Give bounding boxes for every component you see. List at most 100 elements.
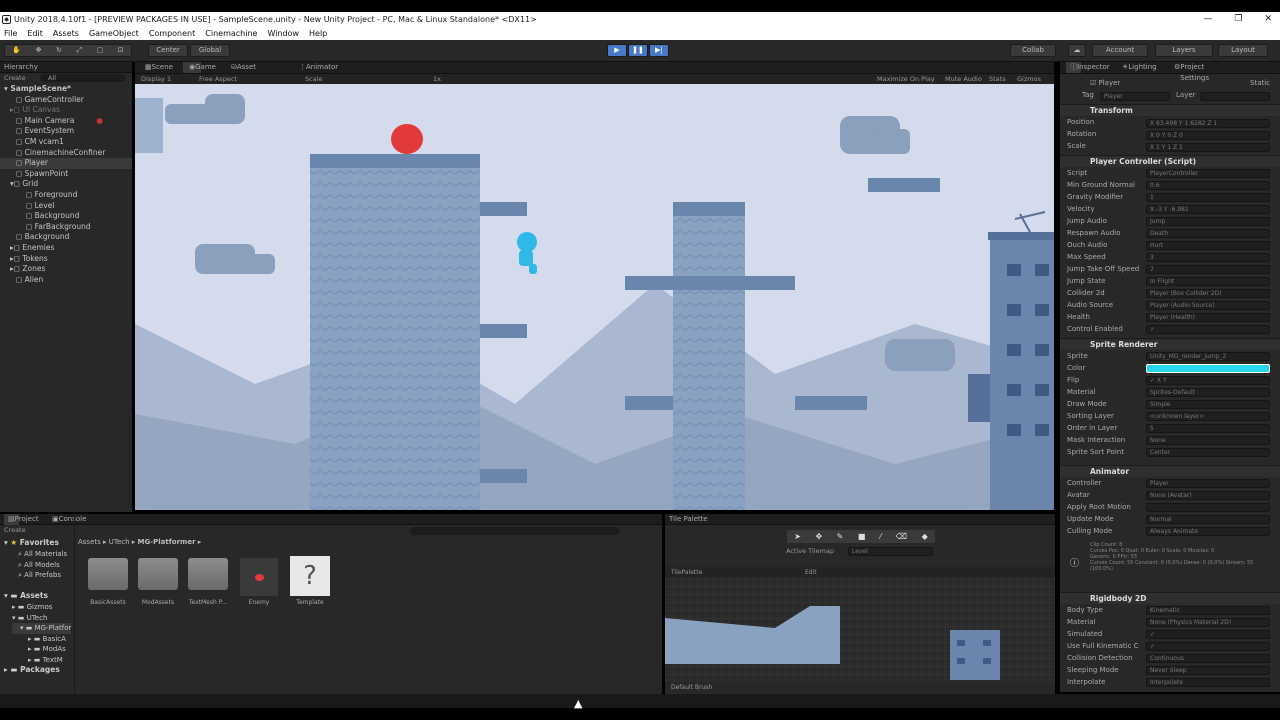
folder-icon[interactable] xyxy=(138,558,178,590)
hierarchy-create-button[interactable]: Create xyxy=(4,73,26,83)
collab-button[interactable]: Collab xyxy=(1010,44,1056,57)
rect-tool-icon[interactable]: ▢ xyxy=(97,45,104,56)
hierarchy-item[interactable]: ▸◻ Enemies xyxy=(0,243,132,254)
tab-project[interactable]: ▤ Project xyxy=(4,514,39,525)
hierarchy-item[interactable]: ◻ Background xyxy=(0,211,132,222)
fill-tool-icon[interactable]: ◆ xyxy=(922,530,928,543)
tab-project-settings[interactable]: ⚙ Project Settings xyxy=(1174,62,1209,82)
aspect-dropdown[interactable]: Free Aspect xyxy=(199,74,237,84)
rotate-tool-icon[interactable]: ↻ xyxy=(56,45,62,56)
hierarchy-item[interactable]: ◻ GameController xyxy=(0,95,132,106)
field-value[interactable]: Always Animate xyxy=(1146,527,1270,536)
field-value[interactable]: Center xyxy=(1146,448,1270,457)
minimize-button[interactable]: — xyxy=(1203,12,1212,27)
eraser-tool-icon[interactable]: ⌫ xyxy=(896,530,907,543)
field-value[interactable]: Jump xyxy=(1146,217,1270,226)
field-value[interactable]: In Flight xyxy=(1146,277,1270,286)
breadcrumb-item[interactable]: UTech xyxy=(109,538,130,546)
assets-section[interactable]: ▾ ▬ Assets xyxy=(4,591,48,600)
pivot-center-button[interactable]: Center xyxy=(148,44,188,57)
field-value[interactable] xyxy=(1146,364,1270,373)
menu-assets[interactable]: Assets xyxy=(53,27,79,40)
field-value[interactable]: 7 xyxy=(1146,265,1270,274)
field-value[interactable]: ✓ xyxy=(1146,325,1270,334)
favorites-section[interactable]: ▾ ★ Favorites xyxy=(4,538,59,547)
field-value[interactable]: Kinematic xyxy=(1146,606,1270,615)
tab-asset-store[interactable]: ⛁ Asset Store xyxy=(231,62,256,82)
tab-game[interactable]: ◉ Game xyxy=(183,62,216,73)
tab-animator[interactable]: ⋮ Animator xyxy=(299,62,338,73)
menu-file[interactable]: File xyxy=(4,27,17,40)
hierarchy-item[interactable]: ◻ CM vcam1 xyxy=(0,137,132,148)
field-value[interactable]: Never Sleep xyxy=(1146,666,1270,675)
hierarchy-item[interactable]: ◻ SpawnPoint xyxy=(0,169,132,180)
cloud-icon[interactable]: ☁ xyxy=(1068,44,1086,57)
tree-item[interactable]: ▸ ▬ TextM xyxy=(12,655,71,666)
layer-dropdown[interactable] xyxy=(1200,92,1270,101)
animator-header[interactable]: Animator xyxy=(1060,465,1280,477)
scale-tool-icon[interactable]: ⤢ xyxy=(76,45,82,56)
game-view[interactable] xyxy=(135,84,1054,510)
folder-icon[interactable] xyxy=(188,558,228,590)
field-value[interactable]: None (Avatar) xyxy=(1146,491,1270,500)
move-tool-icon[interactable]: ✥ xyxy=(36,45,42,56)
hierarchy-item[interactable]: ◻ Main Camera ● xyxy=(0,116,132,127)
hierarchy-item[interactable]: ▸◻ Tokens xyxy=(0,254,132,265)
menu-component[interactable]: Component xyxy=(149,27,195,40)
menu-window[interactable]: Window xyxy=(267,27,299,40)
layers-dropdown[interactable]: Layers xyxy=(1155,44,1213,57)
account-dropdown[interactable]: Account xyxy=(1092,44,1148,57)
field-value[interactable]: Death xyxy=(1146,229,1270,238)
transform-header[interactable]: Transform xyxy=(1060,104,1280,116)
rotation-field[interactable]: X 0 Y 0 Z 0 xyxy=(1146,131,1270,140)
field-value[interactable]: PlayerController xyxy=(1146,169,1270,178)
tree-item[interactable]: ▸ ▬ Gizmos xyxy=(12,602,71,613)
template-question-icon[interactable]: ? xyxy=(290,556,330,596)
project-search-input[interactable] xyxy=(410,527,620,535)
favorite-item[interactable]: ⌕ All Materials xyxy=(18,549,67,560)
position-field[interactable]: X 63.498 Y 1.6282 Z 1 xyxy=(1146,119,1270,128)
field-value[interactable]: None (Physics Material 2D) xyxy=(1146,618,1270,627)
menu-help[interactable]: Help xyxy=(309,27,327,40)
select-tool-icon[interactable]: ➤ xyxy=(794,530,801,543)
sprite-renderer-header[interactable]: Sprite Renderer xyxy=(1060,338,1280,350)
play-button[interactable]: ▶ xyxy=(607,44,627,57)
tab-tile-palette[interactable]: Tile Palette xyxy=(669,514,708,525)
hierarchy-item[interactable]: ◻ FarBackground xyxy=(0,222,132,233)
menu-gameobject[interactable]: GameObject xyxy=(89,27,139,40)
brush-dropdown[interactable]: Default Brush xyxy=(671,684,712,691)
tab-scene[interactable]: ▦ Scene xyxy=(145,62,173,73)
player-controller-header[interactable]: Player Controller (Script) xyxy=(1060,155,1280,167)
pivot-global-button[interactable]: Global xyxy=(190,44,230,57)
maximize-on-play-toggle[interactable]: Maximize On Play xyxy=(877,74,935,84)
display-dropdown[interactable]: Display 1 xyxy=(141,74,171,84)
hierarchy-item[interactable]: ◻ Foreground xyxy=(0,190,132,201)
field-value[interactable]: Continuous xyxy=(1146,654,1270,663)
maximize-button[interactable]: ❐ xyxy=(1234,12,1242,27)
breadcrumb-item[interactable]: Assets xyxy=(78,538,101,546)
hierarchy-item[interactable]: ▸◻ UI Canvas xyxy=(0,105,132,116)
palette-dropdown[interactable]: TilePalette xyxy=(671,567,702,578)
stats-toggle[interactable]: Stats xyxy=(989,74,1006,84)
field-value[interactable]: Sprites-Default xyxy=(1146,388,1270,397)
field-value[interactable]: 0.6 xyxy=(1146,181,1270,190)
field-value[interactable]: Hurt xyxy=(1146,241,1270,250)
field-value[interactable]: ✓ xyxy=(1146,630,1270,639)
hierarchy-item-selected[interactable]: ◻ Player xyxy=(0,158,132,169)
folder-icon[interactable] xyxy=(88,558,128,590)
enemy-prefab-thumb[interactable] xyxy=(240,558,278,596)
hierarchy-item[interactable]: ◻ Level xyxy=(0,201,132,212)
field-value[interactable]: Player (Audio Source) xyxy=(1146,301,1270,310)
hierarchy-item[interactable]: ◻ Alien xyxy=(0,275,132,286)
field-value[interactable]: <unknown layer> xyxy=(1146,412,1270,421)
object-name-field[interactable]: Player xyxy=(1099,79,1121,87)
scene-root[interactable]: ▾ SampleScene* xyxy=(0,84,132,95)
tree-item[interactable]: ▸ ▬ ModAs xyxy=(12,644,71,655)
field-value[interactable]: None xyxy=(1146,436,1270,445)
hierarchy-tab[interactable]: Hierarchy xyxy=(4,62,38,73)
hierarchy-item[interactable]: ▾◻ Grid xyxy=(0,179,132,190)
favorite-item[interactable]: ⌕ All Prefabs xyxy=(18,570,67,581)
field-value[interactable]: Player (Health) xyxy=(1146,313,1270,322)
tab-console[interactable]: ▣ Console xyxy=(52,514,86,525)
mute-audio-toggle[interactable]: Mute Audio xyxy=(945,74,982,84)
